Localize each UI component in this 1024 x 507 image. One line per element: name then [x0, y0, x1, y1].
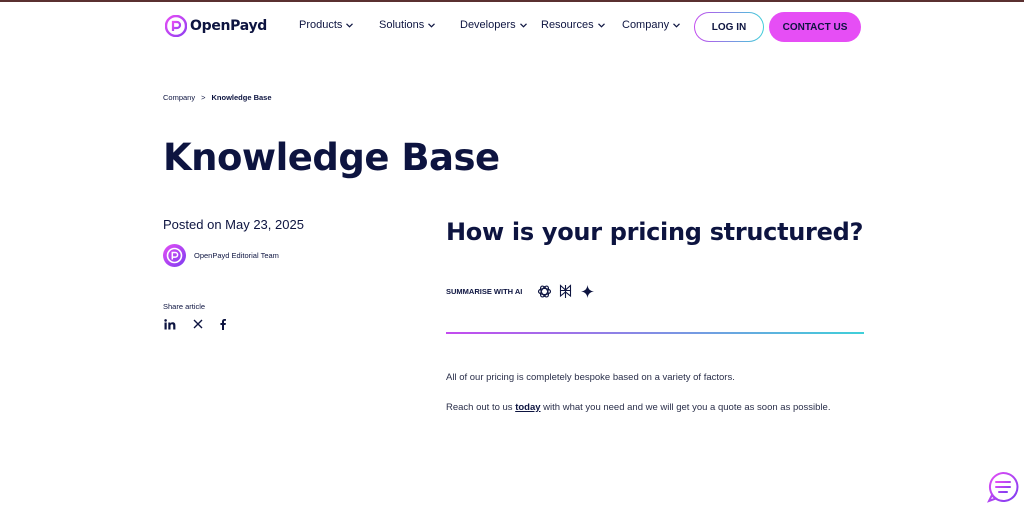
nav-products[interactable]: Products — [299, 19, 354, 31]
share-label: Share article — [163, 302, 206, 311]
nav-company-label: Company — [622, 19, 670, 31]
linkedin-icon[interactable] — [163, 318, 176, 330]
nav-solutions[interactable]: Solutions — [379, 19, 436, 31]
gemini-icon[interactable] — [580, 284, 595, 299]
chevron-down-icon — [673, 22, 681, 28]
author-avatar — [163, 244, 186, 267]
openai-icon[interactable] — [537, 284, 552, 299]
x-icon[interactable] — [192, 318, 204, 330]
nav-products-label: Products — [299, 19, 343, 31]
logo-text: OpenPayd — [190, 18, 268, 34]
answer-paragraph-2-prefix: Reach out to us — [446, 402, 516, 413]
nav-resources-label: Resources — [541, 19, 594, 31]
nav-company[interactable]: Company — [622, 19, 681, 31]
answer-paragraph-2-suffix: with what you need and we will get you a… — [540, 402, 831, 413]
nav-solutions-label: Solutions — [379, 19, 425, 31]
gradient-divider — [446, 332, 864, 334]
breadcrumb-current: Knowledge Base — [211, 93, 272, 102]
chevron-down-icon — [597, 22, 605, 28]
nav-developers[interactable]: Developers — [460, 19, 527, 31]
answer-paragraph-1: All of our pricing is completely bespoke… — [446, 372, 735, 383]
openpayd-logo-icon — [165, 15, 187, 37]
summarise-with-ai-label: SUMMARISE WITH AI — [446, 287, 523, 296]
author-name: OpenPayd Editorial Team — [194, 251, 279, 260]
nav-resources[interactable]: Resources — [541, 19, 605, 31]
today-link[interactable]: today — [515, 402, 540, 413]
facebook-icon[interactable] — [218, 318, 228, 330]
answer-paragraph-2: Reach out to us today with what you need… — [446, 402, 830, 413]
site-header: OpenPayd Products Solutions Developers R… — [0, 2, 1024, 52]
perplexity-icon[interactable] — [558, 284, 573, 299]
login-button[interactable]: LOG IN — [694, 12, 764, 42]
author: OpenPayd Editorial Team — [163, 244, 279, 267]
chevron-down-icon — [428, 22, 436, 28]
posted-date: Posted on May 23, 2025 — [163, 217, 304, 232]
contact-us-button[interactable]: CONTACT US — [769, 12, 861, 42]
openpayd-logo[interactable]: OpenPayd — [165, 15, 267, 37]
nav-developers-label: Developers — [460, 19, 516, 31]
page-title: Knowledge Base — [163, 136, 500, 179]
article-question: How is your pricing structured? — [446, 218, 864, 246]
chevron-down-icon — [346, 22, 354, 28]
chat-widget-icon[interactable] — [987, 471, 1019, 503]
breadcrumb-company-link[interactable]: Company — [163, 93, 195, 102]
breadcrumb-separator: > — [201, 93, 206, 102]
breadcrumb: Company > Knowledge Base — [163, 93, 272, 102]
chevron-down-icon — [519, 22, 527, 28]
